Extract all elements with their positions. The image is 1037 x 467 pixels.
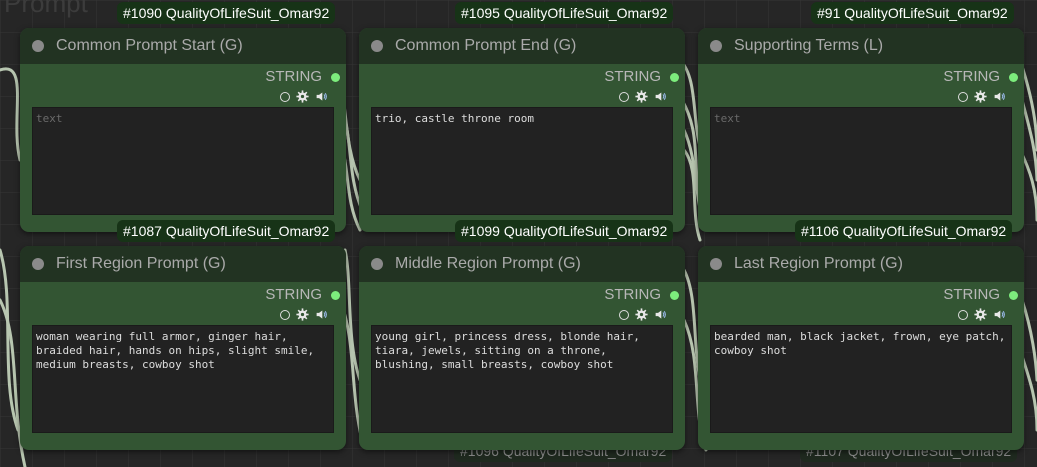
node-options <box>958 90 1006 103</box>
speaker-icon[interactable] <box>315 90 328 103</box>
ring-icon[interactable] <box>958 309 968 320</box>
prompt-textarea[interactable]: bearded man, black jacket, frown, eye pa… <box>710 325 1012 433</box>
output-label: STRING <box>943 68 1000 85</box>
node-options <box>619 308 667 321</box>
node-id-badge: #1099 QualityOfLifeSuit_Omar92 <box>455 220 674 242</box>
prompt-node-common-start[interactable]: Common Prompt Start (G) STRING text <box>20 28 346 232</box>
speaker-icon[interactable] <box>993 308 1006 321</box>
ring-icon[interactable] <box>619 309 629 320</box>
output-dot[interactable] <box>331 73 340 82</box>
node-header[interactable]: Common Prompt End (G) <box>359 28 685 64</box>
node-header[interactable]: First Region Prompt (G) <box>20 246 346 282</box>
prompt-node-middle-region[interactable]: Middle Region Prompt (G) STRING young gi… <box>359 246 685 450</box>
ring-icon[interactable] <box>280 91 290 102</box>
node-id-badge: #91 QualityOfLifeSuit_Omar92 <box>811 2 1014 24</box>
prompt-textarea[interactable]: woman wearing full armor, ginger hair, b… <box>32 325 334 433</box>
node-options <box>280 308 328 321</box>
output-label: STRING <box>604 286 661 303</box>
ring-icon[interactable] <box>619 91 629 102</box>
prompt-textarea[interactable]: text <box>32 107 334 215</box>
output-dot[interactable] <box>1009 291 1018 300</box>
output-dot[interactable] <box>331 291 340 300</box>
output-label: STRING <box>604 68 661 85</box>
output-slot[interactable]: STRING <box>359 64 685 86</box>
prompt-textarea[interactable]: young girl, princess dress, blonde hair,… <box>371 325 673 433</box>
prompt-textarea[interactable]: text <box>710 107 1012 215</box>
node-options <box>619 90 667 103</box>
gear-icon[interactable] <box>296 90 309 103</box>
collapse-toggle[interactable] <box>710 258 722 270</box>
node-id-badge: #1090 QualityOfLifeSuit_Omar92 <box>117 2 336 24</box>
node-title: Common Prompt Start (G) <box>56 37 243 54</box>
gear-icon[interactable] <box>974 308 987 321</box>
prompt-node-first-region[interactable]: First Region Prompt (G) STRING woman wea… <box>20 246 346 450</box>
output-dot[interactable] <box>1009 73 1018 82</box>
prompt-textarea[interactable]: trio, castle throne room <box>371 107 673 215</box>
node-id-badge: #1087 QualityOfLifeSuit_Omar92 <box>117 220 336 242</box>
gear-icon[interactable] <box>635 308 648 321</box>
output-slot[interactable]: STRING <box>20 282 346 304</box>
collapse-toggle[interactable] <box>710 40 722 52</box>
collapse-toggle[interactable] <box>371 258 383 270</box>
node-title: Middle Region Prompt (G) <box>395 255 581 272</box>
gear-icon[interactable] <box>635 90 648 103</box>
collapse-toggle[interactable] <box>32 258 44 270</box>
output-slot[interactable]: STRING <box>698 64 1024 86</box>
output-dot[interactable] <box>670 73 679 82</box>
node-header[interactable]: Last Region Prompt (G) <box>698 246 1024 282</box>
output-slot[interactable]: STRING <box>359 282 685 304</box>
node-options <box>958 308 1006 321</box>
node-title: Common Prompt End (G) <box>395 37 577 54</box>
output-dot[interactable] <box>670 291 679 300</box>
prompt-node-common-end[interactable]: Common Prompt End (G) STRING trio, castl… <box>359 28 685 232</box>
output-label: STRING <box>265 68 322 85</box>
node-header[interactable]: Supporting Terms (L) <box>698 28 1024 64</box>
ring-icon[interactable] <box>280 309 290 320</box>
ring-icon[interactable] <box>958 91 968 102</box>
speaker-icon[interactable] <box>654 90 667 103</box>
gear-icon[interactable] <box>296 308 309 321</box>
prompt-node-supporting-terms[interactable]: Supporting Terms (L) STRING text <box>698 28 1024 232</box>
output-slot[interactable]: STRING <box>698 282 1024 304</box>
collapse-toggle[interactable] <box>371 40 383 52</box>
output-label: STRING <box>943 286 1000 303</box>
node-id-badge: #1106 QualityOfLifeSuit_Omar92 <box>795 220 1013 242</box>
gear-icon[interactable] <box>974 90 987 103</box>
speaker-icon[interactable] <box>654 308 667 321</box>
node-header[interactable]: Middle Region Prompt (G) <box>359 246 685 282</box>
prompt-node-last-region[interactable]: Last Region Prompt (G) STRING bearded ma… <box>698 246 1024 450</box>
speaker-icon[interactable] <box>315 308 328 321</box>
node-title: First Region Prompt (G) <box>56 255 226 272</box>
collapse-toggle[interactable] <box>32 40 44 52</box>
output-slot[interactable]: STRING <box>20 64 346 86</box>
node-title: Supporting Terms (L) <box>734 37 884 54</box>
output-label: STRING <box>265 286 322 303</box>
node-options <box>280 90 328 103</box>
node-id-badge: #1095 QualityOfLifeSuit_Omar92 <box>455 2 674 24</box>
speaker-icon[interactable] <box>993 90 1006 103</box>
node-title: Last Region Prompt (G) <box>734 255 903 272</box>
node-header[interactable]: Common Prompt Start (G) <box>20 28 346 64</box>
